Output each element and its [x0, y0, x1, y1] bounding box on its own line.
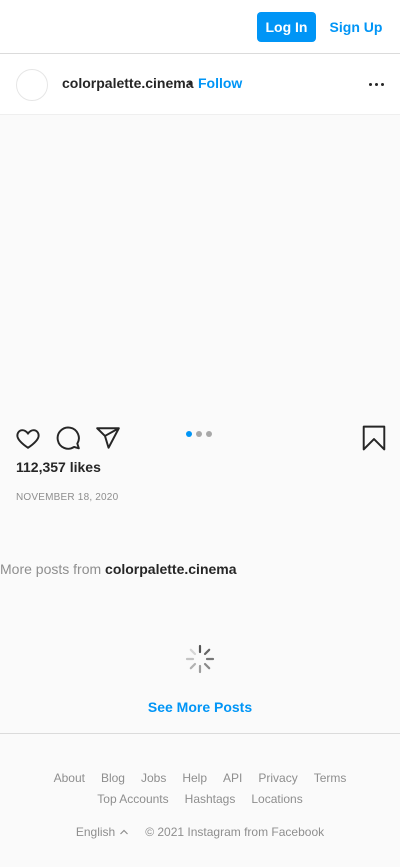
footer-link-jobs[interactable]: Jobs — [141, 771, 166, 785]
login-button[interactable]: Log In — [257, 12, 316, 42]
carousel-dot — [196, 431, 202, 437]
separator-dot: • — [188, 75, 193, 91]
carousel-indicator — [186, 431, 216, 437]
post-media[interactable] — [0, 115, 400, 420]
carousel-dot-active — [186, 431, 192, 437]
footer-link-api[interactable]: API — [223, 771, 242, 785]
copyright-text: © 2021 Instagram from Facebook — [145, 825, 325, 839]
footer-links-secondary: Top Accounts Hashtags Locations — [0, 792, 400, 806]
page: Log In Sign Up colorpalette.cinema • Fol… — [0, 0, 400, 867]
language-selector[interactable]: English — [76, 825, 129, 839]
see-more-posts-link[interactable]: See More Posts — [0, 699, 400, 715]
footer-link-blog[interactable]: Blog — [101, 771, 125, 785]
post-date: NOVEMBER 18, 2020 — [16, 492, 119, 503]
footer-link-locations[interactable]: Locations — [251, 792, 302, 806]
more-posts-username[interactable]: colorpalette.cinema — [105, 561, 237, 577]
more-posts-prefix: More posts from — [0, 561, 102, 577]
footer-bottom: English © 2021 Instagram from Facebook — [0, 825, 400, 839]
footer-link-privacy[interactable]: Privacy — [258, 771, 297, 785]
share-icon[interactable] — [95, 425, 121, 451]
footer-link-terms[interactable]: Terms — [314, 771, 347, 785]
post-username[interactable]: colorpalette.cinema — [62, 75, 194, 91]
top-bar: Log In Sign Up — [0, 0, 400, 54]
carousel-dot — [206, 431, 212, 437]
language-label: English — [75, 825, 116, 839]
footer-link-help[interactable]: Help — [182, 771, 207, 785]
footer-links-primary: About Blog Jobs Help API Privacy Terms — [0, 771, 400, 785]
footer-link-hashtags[interactable]: Hashtags — [185, 792, 236, 806]
signup-link[interactable]: Sign Up — [326, 12, 386, 42]
likes-count[interactable]: 112,357 likes — [16, 459, 101, 475]
more-posts-heading: More posts from colorpalette.cinema — [0, 561, 237, 577]
follow-button[interactable]: Follow — [198, 75, 242, 91]
comment-icon[interactable] — [55, 425, 81, 451]
bookmark-icon[interactable] — [361, 425, 387, 451]
avatar[interactable] — [16, 69, 48, 101]
footer-divider — [0, 733, 400, 734]
heart-icon[interactable] — [15, 425, 41, 451]
chevron-up-icon — [120, 829, 129, 835]
post-header: colorpalette.cinema • Follow — [0, 54, 400, 115]
footer-link-about[interactable]: About — [54, 771, 85, 785]
loading-spinner-icon — [185, 644, 215, 674]
footer-link-top-accounts[interactable]: Top Accounts — [97, 792, 168, 806]
more-horizontal-icon[interactable] — [364, 72, 388, 96]
